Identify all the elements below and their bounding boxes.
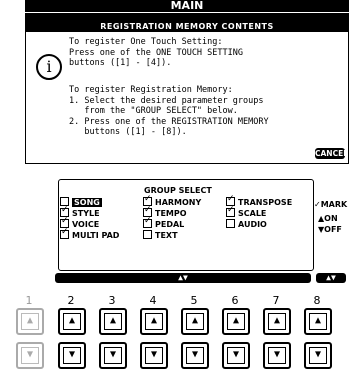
lcd-screen: MAIN REGISTRATION MEMORY CONTENTS i To r… [25, 0, 349, 288]
checkbox-box [226, 206, 235, 217]
up-arrow-icon: ▲ [314, 315, 322, 326]
up-arrow-icon: ▲ [109, 315, 117, 326]
checkbox-multi-pad[interactable]: MULTI PAD [60, 228, 119, 240]
checkbox-audio[interactable]: AUDIO [226, 219, 267, 229]
up-button-5[interactable]: ▲ [181, 308, 209, 335]
paragraph-1-line-1: To register One Touch Setting: [69, 37, 223, 47]
cancel-button[interactable]: CANCEL [315, 148, 348, 159]
down-arrow-icon: ▼ [314, 349, 322, 360]
paragraph-1-line-3: buttons ([1] - [4]). [69, 58, 172, 68]
up-button-6[interactable]: ▲ [222, 308, 250, 335]
screen-title: MAIN [25, 0, 349, 12]
up-button-2[interactable]: ▲ [58, 308, 86, 335]
paragraph-2-line-4: 2. Press one of the REGISTRATION MEMORY [69, 116, 269, 127]
paragraph-2-line-5: buttons ([1] - [8]). [69, 127, 187, 137]
checkbox-transpose[interactable]: TRANSPOSE [226, 195, 292, 207]
legend-on: ▲ON [318, 214, 338, 223]
down-arrow-icon: ▼ [191, 349, 199, 360]
button-column-3: 3 ▲ ▼ [99, 294, 127, 376]
button-column-6: 6 ▲ ▼ [222, 294, 250, 376]
checkbox-box [143, 230, 152, 239]
button-column-7: 7 ▲ ▼ [263, 294, 291, 376]
down-arrow-icon: ▼ [150, 349, 158, 360]
up-arrow-icon: ▲ [232, 315, 240, 326]
legend-off: ▼OFF [318, 225, 342, 234]
down-arrow-icon: ▼ [232, 349, 240, 360]
registration-info-dialog: REGISTRATION MEMORY CONTENTS i To regist… [25, 20, 349, 164]
paragraph-2-line-1: To register Registration Memory: [69, 85, 233, 95]
up-arrow-icon: ▲ [68, 315, 76, 326]
button-number: 8 [313, 294, 321, 307]
button-number: 7 [272, 294, 280, 307]
button-number: 4 [149, 294, 157, 307]
button-number: 5 [190, 294, 198, 307]
up-button-7[interactable]: ▲ [263, 308, 291, 335]
button-number: 1 [25, 294, 33, 307]
group-select-title: GROUP SELECT [141, 186, 215, 195]
up-arrow-icon: ▲ [150, 315, 158, 326]
checkbox-scale[interactable]: SCALE [226, 206, 266, 218]
button-column-5: 5 ▲ ▼ [181, 294, 209, 376]
checkbox-harmony[interactable]: HARMONY [143, 195, 201, 207]
up-button-1[interactable]: ▲ [16, 308, 44, 335]
dialog-title: REGISTRATION MEMORY CONTENTS [26, 21, 348, 32]
button-column-2: 2 ▲ ▼ [58, 294, 86, 376]
checkbox-box [60, 228, 69, 239]
down-arrow-icon: ▼ [273, 349, 281, 360]
checkbox-text[interactable]: TEXT [143, 230, 178, 240]
scroll-arrows-bar[interactable]: ▲▼ [55, 273, 311, 283]
button-number: 6 [231, 294, 239, 307]
down-arrow-icon: ▼ [26, 349, 34, 360]
paragraph-2-line-2: 1. Select the desired parameter groups [69, 95, 264, 106]
info-icon: i [36, 54, 62, 80]
tab-strip [25, 13, 349, 20]
up-arrow-icon: ▲ [191, 315, 199, 326]
button-number: 2 [67, 294, 75, 307]
button-column-1: 1 ▲ ▼ [16, 294, 44, 376]
up-button-8[interactable]: ▲ [304, 308, 332, 335]
up-button-4[interactable]: ▲ [140, 308, 168, 335]
down-arrow-icon: ▼ [68, 349, 76, 360]
down-arrow-icon: ▼ [109, 349, 117, 360]
button-column-4: 4 ▲ ▼ [140, 294, 168, 376]
legend-mark: ✓MARK [314, 200, 348, 209]
button-column-8: 8 ▲ ▼ [304, 294, 332, 376]
button-number: 3 [108, 294, 116, 307]
checkbox-box [226, 219, 235, 228]
paragraph-1-line-2: Press one of the ONE TOUCH SETTING [69, 47, 243, 58]
up-arrow-icon: ▲ [26, 315, 34, 326]
up-button-3[interactable]: ▲ [99, 308, 127, 335]
paragraph-2-line-3: from the "GROUP SELECT" below. [69, 106, 238, 116]
checkbox-pedal[interactable]: PEDAL [143, 217, 184, 229]
checkbox-box [143, 217, 152, 228]
on-off-arrows-button[interactable]: ▲▼ [316, 273, 346, 283]
up-arrow-icon: ▲ [273, 315, 281, 326]
